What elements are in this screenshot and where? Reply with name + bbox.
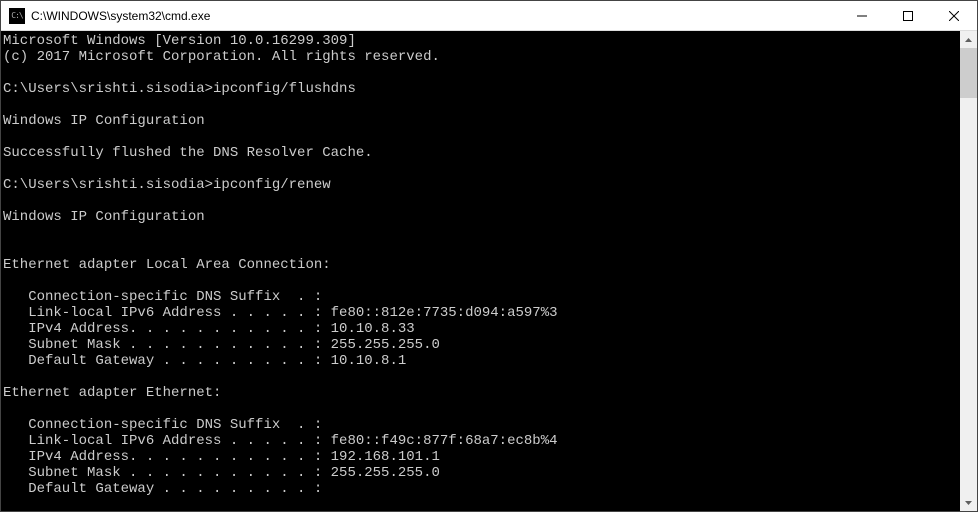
close-button[interactable] (931, 1, 977, 30)
window-titlebar[interactable]: C:\ C:\WINDOWS\system32\cmd.exe (1, 1, 977, 31)
cmd-icon-text: C:\ (11, 11, 22, 20)
cmd-icon: C:\ (9, 8, 25, 24)
window-title: C:\WINDOWS\system32\cmd.exe (31, 9, 839, 23)
minimize-button[interactable] (839, 1, 885, 30)
close-icon (949, 11, 959, 21)
maximize-icon (903, 11, 913, 21)
scroll-down-arrow[interactable] (960, 494, 977, 511)
minimize-icon (857, 11, 867, 21)
scroll-up-arrow[interactable] (960, 31, 977, 48)
scroll-thumb[interactable] (960, 48, 977, 98)
maximize-button[interactable] (885, 1, 931, 30)
vertical-scrollbar[interactable] (960, 31, 977, 511)
chevron-up-icon (965, 38, 972, 42)
window-controls (839, 1, 977, 30)
terminal-output[interactable]: Microsoft Windows [Version 10.0.16299.30… (1, 31, 960, 511)
terminal-body: Microsoft Windows [Version 10.0.16299.30… (1, 31, 977, 511)
scroll-track[interactable] (960, 48, 977, 494)
chevron-down-icon (965, 501, 972, 505)
